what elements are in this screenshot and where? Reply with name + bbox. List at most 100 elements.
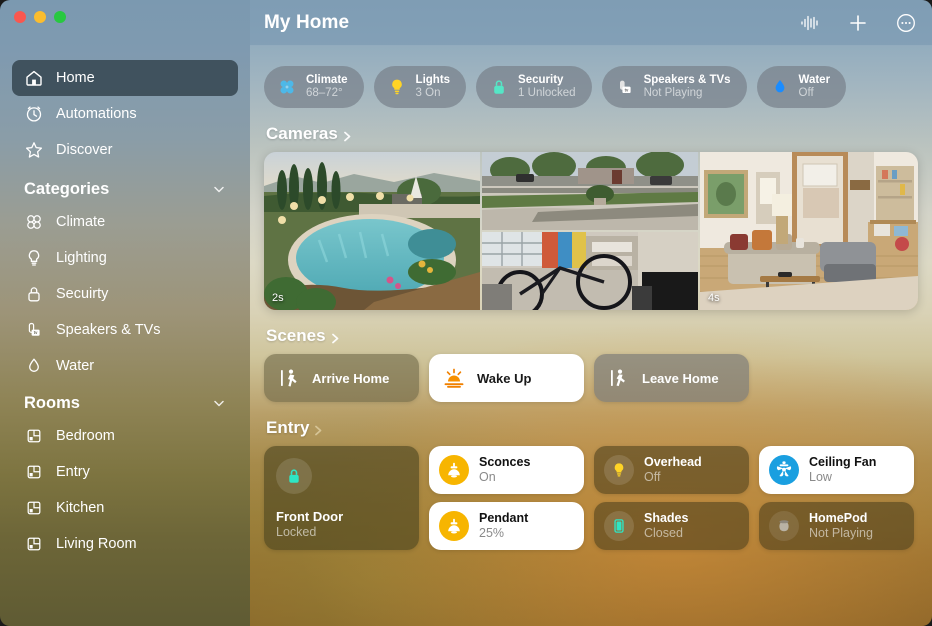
person-enter-icon — [278, 367, 300, 389]
add-icon[interactable] — [846, 11, 870, 35]
camera-tile-living-room[interactable]: 4s — [700, 152, 918, 310]
home-icon — [24, 68, 44, 88]
entry-column-2: Overhead Off Shades Closed — [594, 446, 749, 550]
pill-subtitle: Not Playing — [643, 87, 703, 99]
accessory-title: HomePod — [809, 511, 868, 526]
camera-timestamp: 2s — [272, 292, 284, 304]
sconce-icon — [439, 455, 469, 485]
titlebar: My Home — [250, 0, 932, 46]
accessory-pendant[interactable]: Pendant 25% — [429, 502, 584, 550]
maximize-button[interactable] — [54, 11, 66, 23]
audio-waveform-icon[interactable] — [798, 11, 822, 35]
lock-icon — [276, 458, 312, 494]
close-button[interactable] — [14, 11, 26, 23]
accessory-ceiling-fan[interactable]: Ceiling Fan Low — [759, 446, 914, 494]
camera-tile-garage[interactable]: 1s — [482, 232, 698, 310]
home-app-window: Home Automations Discover Categories Cli… — [0, 0, 932, 626]
scene-wake-up[interactable]: Wake Up — [429, 354, 584, 402]
scenes-row: Arrive Home Wake Up Leave Home — [264, 354, 918, 402]
pill-subtitle: Off — [798, 87, 814, 99]
sidebar-item-label: Automations — [56, 106, 137, 122]
pill-subtitle: 1 Unlocked — [518, 87, 576, 99]
droplet-icon — [769, 76, 791, 98]
chevron-down-icon[interactable] — [212, 396, 226, 410]
person-exit-icon — [608, 367, 630, 389]
sidebar-item-label: Lighting — [56, 250, 107, 266]
accessory-title: Pendant — [479, 511, 529, 526]
lock-icon — [24, 284, 44, 304]
sidebar-item-living-room[interactable]: Living Room — [12, 526, 238, 562]
sidebar-item-automations[interactable]: Automations — [12, 96, 238, 132]
content-scroll-area: Climate 68–72° Lights 3 On Security 1 Un… — [250, 46, 932, 626]
accessory-title: Front Door — [276, 508, 344, 524]
status-pill-security[interactable]: Security 1 Unlocked — [476, 66, 592, 108]
main-content: My Home Climate 68–72° Lights 3 On Secur… — [250, 0, 932, 626]
sidebar-item-entry[interactable]: Entry — [12, 454, 238, 490]
entry-column-3: Ceiling Fan Low HomePod Not Playing — [759, 446, 914, 550]
more-options-icon[interactable] — [894, 11, 918, 35]
sidebar-item-label: Discover — [56, 142, 113, 158]
pill-title: Water — [798, 74, 831, 87]
pill-title: Speakers & TVs — [643, 74, 731, 87]
sidebar-item-label: Living Room — [56, 536, 137, 552]
pill-title: Climate — [306, 74, 348, 87]
chevron-right-icon[interactable] — [330, 330, 341, 343]
sidebar-item-kitchen[interactable]: Kitchen — [12, 490, 238, 526]
minimize-button[interactable] — [34, 11, 46, 23]
bulb-icon — [386, 76, 408, 98]
sidebar-item-water[interactable]: Water — [12, 348, 238, 384]
sidebar-item-home[interactable]: Home — [12, 60, 238, 96]
chevron-right-icon[interactable] — [313, 422, 324, 435]
accessory-title: Ceiling Fan — [809, 455, 877, 470]
chevron-right-icon[interactable] — [342, 128, 353, 141]
cameras-section-header[interactable]: Cameras — [266, 124, 918, 144]
speaker-tv-icon: tv — [24, 320, 44, 340]
speaker-tv-icon: tv — [614, 76, 636, 98]
sidebar-item-speakers-tvs[interactable]: tv Speakers & TVs — [12, 312, 238, 348]
lock-icon — [488, 76, 510, 98]
sidebar-item-label: Climate — [56, 214, 106, 230]
sidebar-item-lighting[interactable]: Lighting — [12, 240, 238, 276]
scene-label: Arrive Home — [312, 370, 390, 386]
camera-tile-pool[interactable]: 2s — [264, 152, 480, 310]
chevron-down-icon[interactable] — [212, 182, 226, 196]
scenes-section-header[interactable]: Scenes — [266, 326, 918, 346]
sidebar-item-label: Water — [56, 358, 95, 374]
sidebar-item-security[interactable]: Secuirty — [12, 276, 238, 312]
pill-title: Security — [518, 74, 564, 87]
camera-tile-driveway[interactable]: 3s — [482, 152, 698, 230]
categories-group-header[interactable]: Categories — [12, 174, 238, 204]
camera-timestamp: 4s — [708, 292, 720, 304]
sidebar-item-label: Secuirty — [56, 286, 109, 302]
rooms-group-header[interactable]: Rooms — [12, 388, 238, 418]
accessory-overhead[interactable]: Overhead Off — [594, 446, 749, 494]
accessory-status: Low — [809, 470, 832, 484]
status-pill-climate[interactable]: Climate 68–72° — [264, 66, 364, 108]
sidebar-item-discover[interactable]: Discover — [12, 132, 238, 168]
sidebar-item-label: Kitchen — [56, 500, 105, 516]
accessory-status: 25% — [479, 526, 505, 540]
scene-arrive-home[interactable]: Arrive Home — [264, 354, 419, 402]
entry-section-header[interactable]: Entry — [266, 418, 918, 438]
status-pills-row: Climate 68–72° Lights 3 On Security 1 Un… — [264, 66, 918, 108]
scene-leave-home[interactable]: Leave Home — [594, 354, 749, 402]
status-pill-lights[interactable]: Lights 3 On — [373, 66, 467, 108]
accessory-shades[interactable]: Shades Closed — [594, 502, 749, 550]
sidebar: Home Automations Discover Categories Cli… — [0, 0, 250, 626]
pill-subtitle: 3 On — [415, 87, 441, 99]
scene-label: Leave Home — [642, 370, 719, 386]
svg-text:tv: tv — [624, 87, 628, 92]
accessory-homepod[interactable]: HomePod Not Playing — [759, 502, 914, 550]
bulb-icon — [24, 248, 44, 268]
accessory-sconces[interactable]: Sconces On — [429, 446, 584, 494]
accessory-front-door[interactable]: Front Door Locked — [264, 446, 419, 550]
droplet-icon — [24, 356, 44, 376]
status-pill-water[interactable]: Water Off — [756, 66, 847, 108]
status-pill-speakers-tvs[interactable]: tv Speakers & TVs Not Playing — [601, 66, 747, 108]
camera-column-middle: 3s — [482, 152, 698, 310]
sidebar-item-bedroom[interactable]: Bedroom — [12, 418, 238, 454]
sidebar-item-climate[interactable]: Climate — [12, 204, 238, 240]
sidebar-section-categories: Categories Climate Lighting Secuirty tv … — [12, 174, 238, 384]
room-icon — [24, 462, 44, 482]
sidebar-item-label: Bedroom — [56, 428, 115, 444]
